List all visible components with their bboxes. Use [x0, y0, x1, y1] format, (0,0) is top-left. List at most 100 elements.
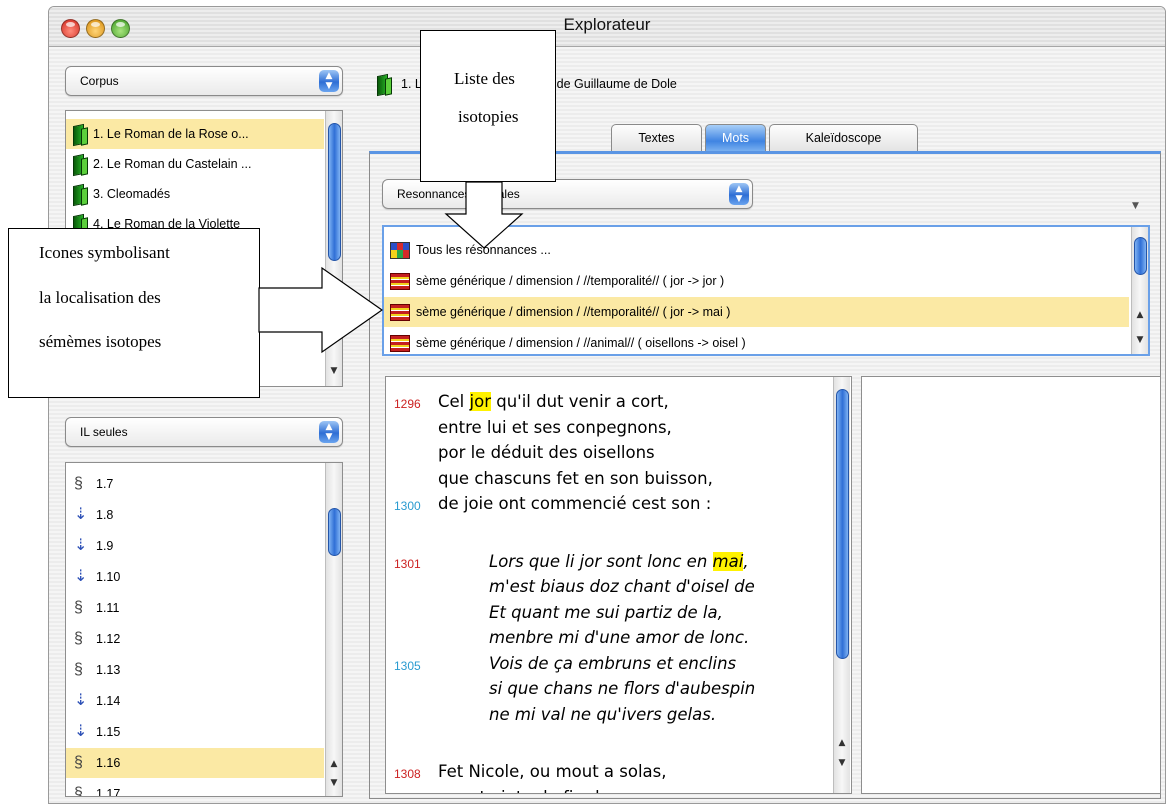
resonance-popup[interactable]: Resonnances lexicales ▲ ▼ — [382, 179, 753, 209]
verse-text: que chascuns fet en son buisson, — [438, 469, 713, 488]
verse-fragment: por le déduit des oisellons — [438, 443, 655, 462]
annotation-line: Liste des — [454, 69, 515, 88]
isotopy-item[interactable]: sème générique / dimension / //animal// … — [384, 328, 1129, 354]
il-item[interactable]: ⇣ 1.8 — [66, 500, 324, 530]
isotopy-item[interactable]: Tous les résonnances ... — [384, 235, 1129, 265]
il-item[interactable]: § 1.7 — [66, 469, 324, 499]
il-item-label: 1.16 — [96, 756, 121, 770]
scroll-icon: § — [74, 630, 83, 647]
scroll-icon: § — [74, 599, 83, 616]
corpus-item[interactable]: 1. Le Roman de la Rose o... — [66, 119, 324, 149]
scroll-arrow-icon: ⇣ — [74, 568, 88, 585]
verse-text: Cel jor qu'il dut venir a cort, — [438, 392, 669, 411]
corpus-popup[interactable]: Corpus ▲ ▼ — [65, 66, 343, 96]
annotation-line: la localisation des — [39, 288, 161, 307]
book-icon — [73, 125, 87, 143]
corpus-scrollbar[interactable]: ▼ — [325, 111, 342, 386]
line-number: 1300 — [394, 499, 421, 513]
tab-kaleidoscope[interactable]: Kaleïdoscope — [769, 124, 918, 152]
il-item-label: 1.8 — [96, 508, 114, 522]
il-item-label: 1.7 — [96, 477, 114, 491]
resize-chevron-icon[interactable]: ▼ — [1132, 201, 1139, 211]
isotopy-scrollbar[interactable]: ▲ ▼ — [1131, 227, 1148, 354]
verse-fragment: quant vint a la fin de son son : — [438, 788, 689, 794]
book-icon — [377, 75, 391, 93]
il-item[interactable]: ⇣ 1.14 — [66, 686, 324, 716]
isotopy-item[interactable]: sème générique / dimension / //temporali… — [384, 266, 1129, 296]
line-number: 1305 — [394, 658, 421, 673]
il-list[interactable]: ▲ ▼ § 1.7 ⇣ 1.8 ⇣ 1.9 ⇣ 1.10 § 1.11 § 1.12 § 1.13 ⇣ 1.1… — [65, 462, 343, 797]
il-item[interactable]: § 1.16 — [66, 748, 324, 778]
annotation-isotopies: Liste des isotopies — [420, 30, 556, 182]
isotopy-location-icon — [390, 334, 410, 352]
popup-arrows-icon: ▲ ▼ — [729, 183, 749, 205]
popup-arrows-icon: ▲ ▼ — [319, 70, 339, 92]
scroll-up-icon[interactable]: ▲ — [1132, 307, 1148, 323]
verse-fragment: ne mi val ne qu'ivers gelas. — [489, 704, 717, 724]
verse-fragment: m'est biaus doz chant d'oisel de — [489, 577, 755, 596]
secondary-pane — [861, 376, 1161, 794]
tab-mots[interactable]: Mots — [705, 124, 766, 152]
corpus-scroll-thumb[interactable] — [328, 123, 341, 261]
verse-line: si que chans ne flors d'aubespin — [386, 679, 826, 704]
isotopy-item[interactable]: sème générique / dimension / //temporali… — [384, 297, 1129, 327]
verse-text: menbre mi d'une amor de lonc. — [489, 628, 749, 647]
scroll-arrow-icon: ⇣ — [74, 537, 88, 554]
text-scrollbar[interactable]: ▲ ▼ — [833, 377, 850, 793]
scroll-down-icon[interactable]: ▼ — [1132, 332, 1148, 348]
scroll-down-icon[interactable]: ▼ — [834, 755, 850, 771]
verse-fragment: qu'il dut venir a cort, — [490, 392, 669, 411]
il-popup-label: IL seules — [80, 425, 128, 439]
scroll-down-icon[interactable]: ▼ — [326, 363, 342, 379]
verse-fragment: Lors que li jor sont lonc en — [489, 551, 713, 571]
corpus-item-label: 3. Cleomadés — [93, 187, 171, 201]
text-viewer[interactable]: ▲ ▼ 1296 Cel jor qu'il dut venir a cort, e… — [385, 376, 852, 794]
verse-text: Et quant me sui partiz de la, — [489, 603, 723, 622]
verse-line: Et quant me sui partiz de la, — [386, 603, 826, 628]
il-item[interactable]: ⇣ 1.15 — [66, 717, 324, 747]
verse-fragment: , — [743, 551, 749, 571]
verse-text: Lors que li jor sont lonc en mai, — [489, 551, 749, 571]
scroll-down-icon[interactable]: ▼ — [326, 775, 342, 791]
corpus-item[interactable]: 3. Cleomadés — [66, 179, 324, 209]
il-scroll-thumb[interactable] — [328, 508, 341, 556]
il-scrollbar[interactable]: ▲ ▼ — [325, 463, 342, 796]
verse-text: de joie ont commencié cest son : — [438, 494, 711, 513]
isotopy-list[interactable]: ▲ ▼ Tous les résonnances ... sème génériq… — [382, 225, 1150, 356]
verse-line: 1308 Fet Nicole, ou mout a solas, — [386, 762, 826, 787]
il-item-label: 1.10 — [96, 570, 121, 584]
isotopy-label: sème générique / dimension / //temporali… — [416, 305, 731, 319]
il-item[interactable]: ⇣ 1.9 — [66, 531, 324, 561]
verse-fragment: Vois de ça embruns et enclins — [489, 653, 737, 673]
corpus-item[interactable]: 2. Le Roman du Castelain ... — [66, 149, 324, 179]
scroll-up-icon[interactable]: ▲ — [326, 756, 342, 772]
highlighted-word: mai — [712, 551, 744, 571]
corpus-item-label: 2. Le Roman du Castelain ... — [93, 157, 252, 171]
il-item[interactable]: § 1.11 — [66, 593, 324, 623]
il-item-label: 1.15 — [96, 725, 121, 739]
corpus-popup-label: Corpus — [80, 74, 119, 88]
il-item[interactable]: § 1.17 — [66, 779, 324, 796]
il-item[interactable]: § 1.13 — [66, 655, 324, 685]
text-scroll-thumb[interactable] — [836, 389, 849, 659]
annotation-line: Icones symbolisant — [39, 243, 170, 262]
tab-textes[interactable]: Textes — [611, 124, 702, 152]
verse-fragment: si que chans ne flors d'aubespin — [489, 679, 756, 698]
verse-line: menbre mi d'une amor de lonc. — [386, 628, 826, 653]
il-popup[interactable]: IL seules ▲ ▼ — [65, 417, 343, 447]
il-item-label: 1.12 — [96, 632, 121, 646]
il-item[interactable]: ⇣ 1.10 — [66, 562, 324, 592]
popup-arrows-icon: ▲ ▼ — [319, 421, 339, 443]
verse-text: por le déduit des oisellons — [438, 443, 655, 462]
scroll-up-icon[interactable]: ▲ — [834, 735, 850, 751]
verse-line: que chascuns fet en son buisson, — [386, 469, 826, 494]
il-item[interactable]: § 1.12 — [66, 624, 324, 654]
scroll-arrow-icon: ⇣ — [74, 692, 88, 709]
scroll-icon: § — [74, 475, 83, 492]
isotopy-scroll-thumb[interactable] — [1134, 237, 1147, 275]
line-number: 1308 — [394, 767, 421, 781]
verse-text: Fet Nicole, ou mout a solas, — [438, 762, 667, 781]
verse-text: m'est biaus doz chant d'oisel de — [489, 577, 755, 596]
verse-text: si que chans ne flors d'aubespin — [489, 679, 755, 698]
verse-fragment: Cel — [438, 392, 470, 411]
